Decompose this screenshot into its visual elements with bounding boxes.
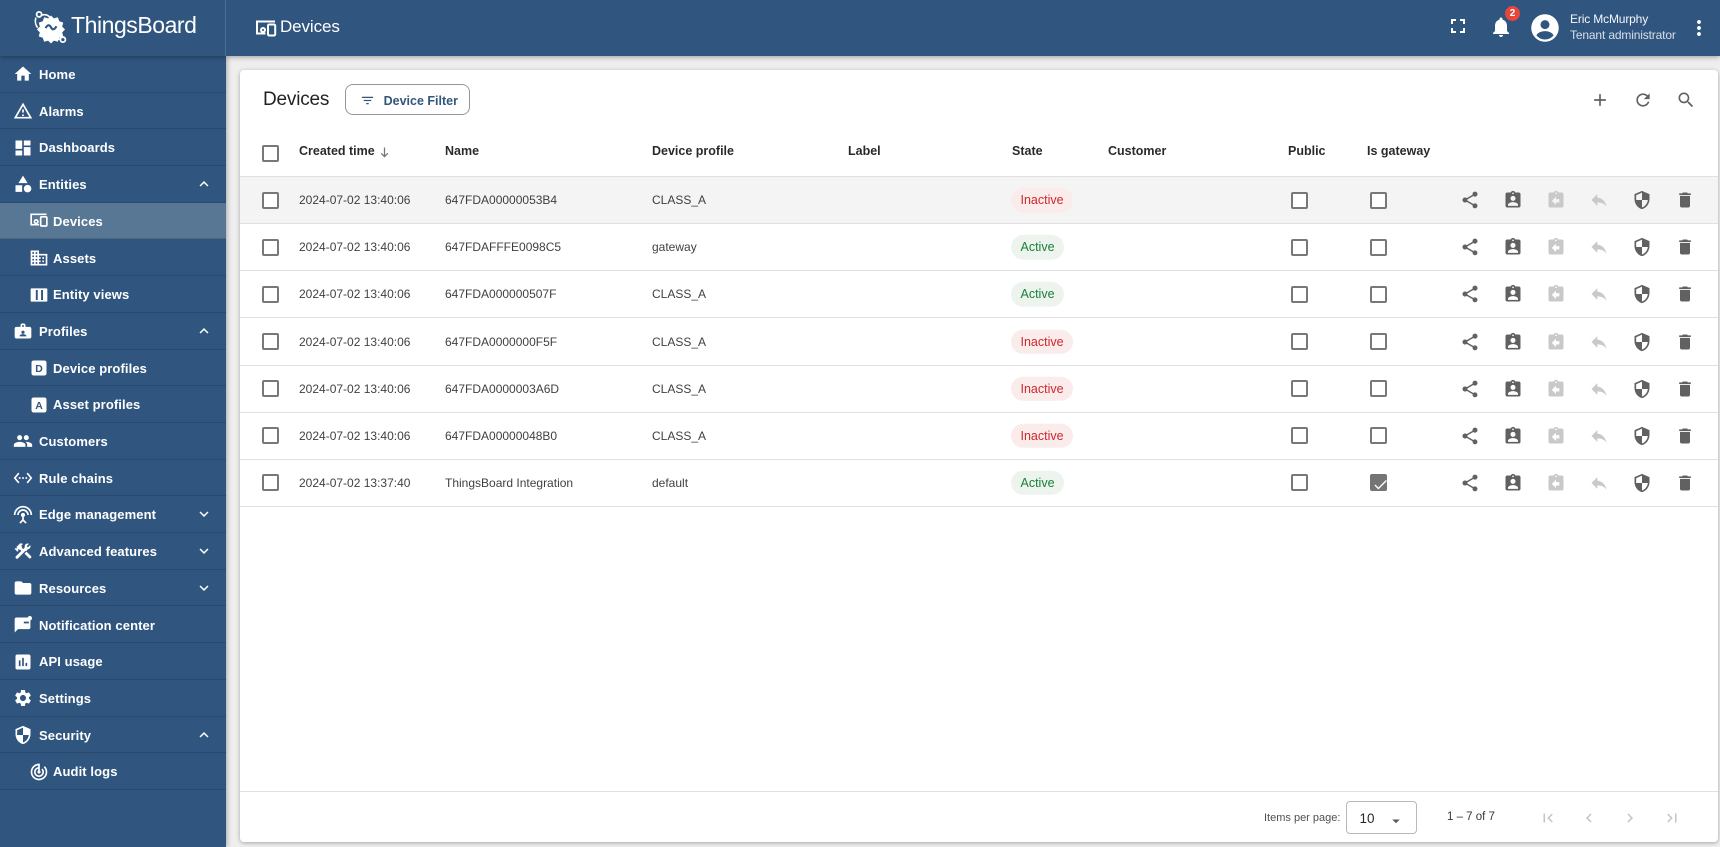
svg-text:A: A (35, 401, 43, 412)
svg-text:D: D (35, 364, 43, 375)
